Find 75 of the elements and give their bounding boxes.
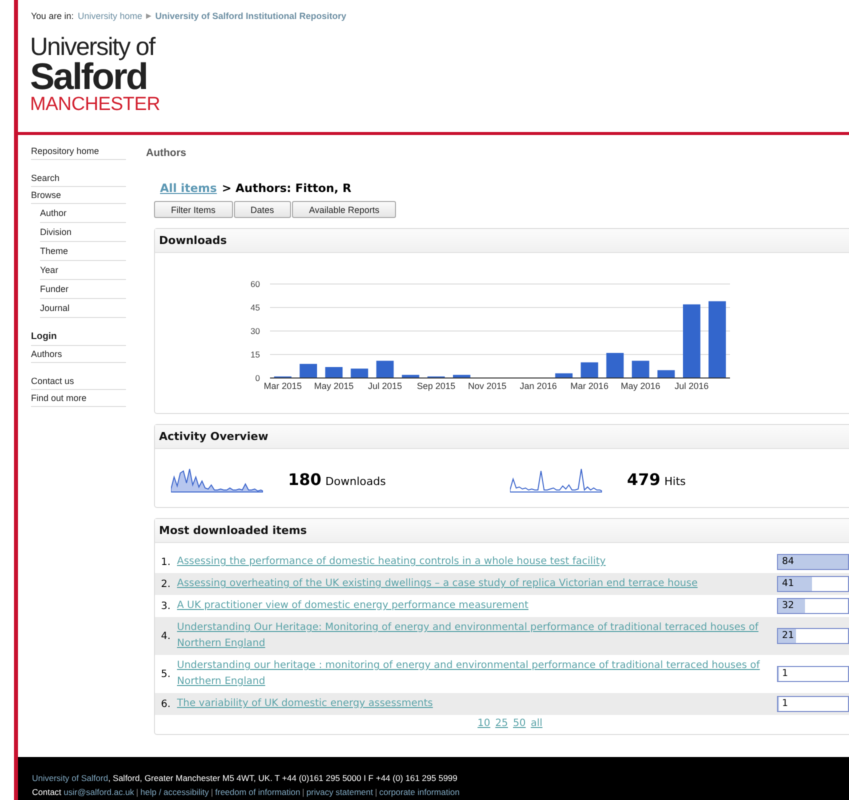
axis-tick-label: Jan 2016 (518, 380, 558, 393)
panel-title: Downloads (155, 229, 849, 253)
axis-tick-label: Nov 2015 (467, 380, 508, 393)
chart-bar (606, 352, 624, 378)
axis-tick-label: 0 (255, 373, 260, 383)
stat-value: 479 (627, 470, 660, 488)
footer-link[interactable]: privacy statement (306, 787, 374, 797)
sidebar-link[interactable]: Journal (40, 299, 126, 318)
download-count: 1 (781, 668, 788, 679)
sidebar-link[interactable]: Theme (40, 242, 126, 261)
rank-number: 4. (161, 630, 172, 642)
footer-link[interactable]: help / accessibility (140, 787, 209, 797)
sidebar-link[interactable]: Authors (31, 346, 126, 363)
sidebar-link[interactable]: Division (40, 223, 126, 242)
footer-link[interactable]: corporate information (379, 787, 460, 797)
separator: | (210, 787, 214, 797)
chart-bar (376, 360, 394, 378)
sidebar-heading[interactable]: Login (31, 328, 126, 346)
separator: | (136, 787, 138, 797)
download-count: 32 (781, 600, 794, 611)
download-count: 41 (781, 578, 794, 589)
axis-tick-label: Jul 2016 (674, 380, 710, 393)
footer-link[interactable]: freedom of information (215, 787, 300, 797)
axis-tick-label: Sep 2015 (416, 380, 456, 393)
chart-bar (402, 374, 420, 378)
tab-button[interactable]: Available Reports (292, 201, 396, 218)
rank-number: 5. (161, 668, 172, 680)
tab-button[interactable]: Dates (234, 201, 292, 218)
panel-title: Activity Overview (155, 425, 849, 449)
footer-link[interactable]: University of Salford (32, 773, 108, 783)
breadcrumb-current: > Authors: Fitton, R (222, 181, 352, 195)
axis-tick-label: May 2016 (620, 380, 661, 393)
rank-number: 1. (161, 556, 172, 568)
chart-bar (452, 374, 470, 378)
stat-label: Hits (664, 474, 686, 488)
axis-tick-label: 60 (250, 279, 260, 289)
stat-value: 180 (288, 470, 322, 488)
axis-tick-label: Mar 2016 (569, 380, 610, 393)
rank-number: 2. (161, 578, 172, 590)
download-count: 21 (781, 630, 794, 641)
axis-tick-label: 30 (250, 326, 260, 336)
rank-number: 6. (161, 698, 172, 710)
chart-bar (657, 370, 675, 378)
sidebar-link[interactable]: Funder (40, 280, 126, 299)
axis-tick-label: May 2015 (314, 380, 354, 393)
university-logo[interactable]: University of Salford MANCHESTER (30, 35, 160, 114)
download-count: 84 (781, 556, 794, 567)
axis-tick-label: 15 (250, 350, 260, 360)
chart-bar (580, 362, 598, 378)
chart-bar (300, 364, 318, 378)
sidebar-link[interactable]: Contact us (31, 373, 126, 390)
sidebar-link[interactable]: Repository home (31, 143, 126, 160)
separator: | (302, 787, 304, 797)
page-heading: Authors (146, 147, 188, 159)
panel-title: Most downloaded items (155, 519, 849, 543)
axis-tick-label: Mar 2015 (262, 380, 303, 393)
sidebar-link[interactable]: Author (40, 204, 126, 223)
axis-tick-label: 45 (250, 302, 260, 312)
sidebar-link[interactable]: Browse (31, 187, 126, 204)
axis-tick-label: Jul 2015 (366, 380, 404, 393)
separator: | (375, 787, 378, 797)
footer-link[interactable]: usir@salford.ac.uk (64, 787, 134, 797)
rank-number: 3. (161, 600, 172, 612)
breadcrumb-label: You are in: (31, 11, 74, 21)
chart-bar (325, 367, 343, 378)
sidebar-link[interactable]: Search (31, 170, 126, 187)
sidebar-link[interactable]: Year (40, 261, 126, 280)
download-count: 1 (781, 698, 788, 709)
footer-address: , Salford, Greater Manchester M5 4WT, UK. T +44 (0)161 295 5000 I F +44 (0) 161 295 5999 (108, 773, 458, 783)
chart-bar (632, 360, 650, 378)
sidebar-link[interactable]: Find out more (31, 390, 126, 407)
tab-button[interactable]: Filter Items (154, 201, 233, 218)
chart-bar (555, 373, 573, 378)
footer-label: Contact (32, 787, 62, 797)
stat-label: Downloads (325, 474, 386, 488)
